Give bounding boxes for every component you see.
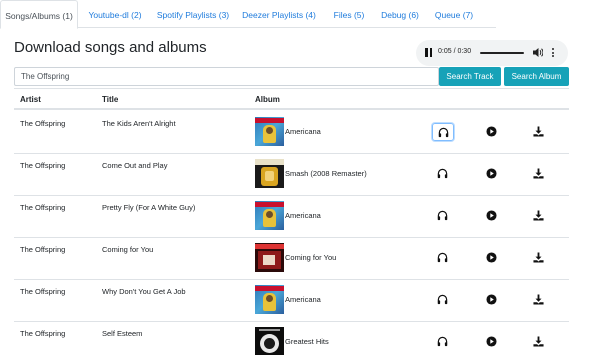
row-album: Americana <box>285 127 321 136</box>
table-row: The Offspring Self Esteem Greatest Hits <box>14 322 569 355</box>
headphones-icon <box>437 336 448 347</box>
row-artist: The Offspring <box>20 245 66 254</box>
play-circle-icon <box>486 126 497 137</box>
header-album: Album <box>255 95 280 104</box>
americana-cover <box>255 117 284 146</box>
pause-icon[interactable] <box>425 48 432 57</box>
player-seek-bar[interactable] <box>480 52 524 54</box>
americana-cover <box>255 285 284 314</box>
volume-icon[interactable] <box>533 47 543 58</box>
listen-button[interactable] <box>432 333 454 351</box>
download-button[interactable] <box>528 291 550 309</box>
table-row: The Offspring Come Out and Play Smash (2… <box>14 154 569 196</box>
table-row: The Offspring Coming for You Coming for … <box>14 238 569 280</box>
download-icon <box>533 210 544 221</box>
tab-bar: Songs/Albums (1) Youtube-dl (2) Spotify … <box>0 0 496 29</box>
table-row: The Offspring The Kids Aren't Alright Am… <box>14 112 569 154</box>
player-time: 0:05 / 0:30 <box>438 48 472 55</box>
listen-button[interactable] <box>432 165 454 183</box>
table-row: The Offspring Why Don't You Get A Job Am… <box>14 280 569 322</box>
play-circle-icon <box>486 168 497 179</box>
row-title: The Kids Aren't Alright <box>102 119 176 128</box>
headphones-icon <box>437 252 448 263</box>
header-artist: Artist <box>20 95 41 104</box>
listen-button[interactable] <box>432 291 454 309</box>
play-button[interactable] <box>481 333 503 351</box>
listen-button[interactable] <box>432 123 454 141</box>
row-title: Come Out and Play <box>102 161 168 170</box>
row-album: Smash (2008 Remaster) <box>285 169 367 178</box>
row-title: Pretty Fly (For A White Guy) <box>102 203 196 212</box>
headphones-icon <box>437 294 448 305</box>
tab-queue[interactable]: Queue (7) <box>428 0 480 28</box>
download-button[interactable] <box>528 207 550 225</box>
row-title: Why Don't You Get A Job <box>102 287 186 296</box>
tab-files[interactable]: Files (5) <box>326 0 372 28</box>
search-track-button[interactable]: Search Track <box>439 67 501 86</box>
play-button[interactable] <box>481 207 503 225</box>
audio-player[interactable]: 0:05 / 0:30 <box>416 40 568 66</box>
row-album: Americana <box>285 295 321 304</box>
download-button[interactable] <box>528 165 550 183</box>
tab-songs-albums[interactable]: Songs/Albums (1) <box>0 0 78 29</box>
listen-button[interactable] <box>432 249 454 267</box>
header-title: Title <box>102 95 119 104</box>
row-artist: The Offspring <box>20 203 66 212</box>
play-button[interactable] <box>481 165 503 183</box>
row-title: Coming for You <box>102 245 154 254</box>
page-title: Download songs and albums <box>14 39 207 56</box>
row-album: Coming for You <box>285 253 337 262</box>
tab-youtube-dl[interactable]: Youtube-dl (2) <box>80 0 150 28</box>
download-icon <box>533 252 544 263</box>
greatest-hits-cover <box>255 327 284 355</box>
play-circle-icon <box>486 252 497 263</box>
more-vertical-icon[interactable] <box>552 48 555 58</box>
headphones-icon <box>437 168 448 179</box>
row-album: Americana <box>285 211 321 220</box>
download-icon <box>533 126 544 137</box>
download-button[interactable] <box>528 249 550 267</box>
table-header: Artist Title Album <box>14 88 569 110</box>
play-button[interactable] <box>481 291 503 309</box>
download-icon <box>533 336 544 347</box>
search-album-button[interactable]: Search Album <box>504 67 569 86</box>
play-circle-icon <box>486 294 497 305</box>
headphones-icon <box>437 210 448 221</box>
row-artist: The Offspring <box>20 287 66 296</box>
row-artist: The Offspring <box>20 119 66 128</box>
coming-for-you-cover <box>255 243 284 272</box>
headphones-icon <box>438 127 449 138</box>
row-artist: The Offspring <box>20 329 66 338</box>
row-artist: The Offspring <box>20 161 66 170</box>
table-row: The Offspring Pretty Fly (For A White Gu… <box>14 196 569 238</box>
tab-deezer-playlists[interactable]: Deezer Playlists (4) <box>238 0 320 28</box>
play-button[interactable] <box>481 123 503 141</box>
download-button[interactable] <box>528 123 550 141</box>
play-circle-icon <box>486 210 497 221</box>
tab-debug[interactable]: Debug (6) <box>374 0 426 28</box>
download-button[interactable] <box>528 333 550 351</box>
listen-button[interactable] <box>432 207 454 225</box>
play-circle-icon <box>486 336 497 347</box>
search-input[interactable] <box>14 67 439 86</box>
tab-spotify-playlists[interactable]: Spotify Playlists (3) <box>150 0 236 28</box>
row-album: Greatest Hits <box>285 337 329 346</box>
play-button[interactable] <box>481 249 503 267</box>
smash-cover <box>255 159 284 188</box>
row-title: Self Esteem <box>102 329 143 338</box>
download-icon <box>533 294 544 305</box>
download-icon <box>533 168 544 179</box>
americana-cover <box>255 201 284 230</box>
